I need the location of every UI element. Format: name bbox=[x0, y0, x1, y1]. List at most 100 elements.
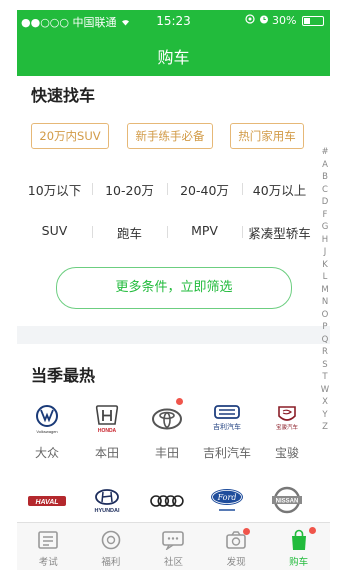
community-icon bbox=[142, 527, 205, 553]
price-range-option[interactable]: 10-20万 bbox=[92, 180, 167, 199]
baojun-logo: 宝骏汽车 bbox=[257, 404, 317, 434]
alphabet-index-letter[interactable]: T bbox=[320, 371, 330, 384]
discover-icon bbox=[205, 527, 268, 553]
more-filters-button[interactable]: 更多条件，立即筛选 bbox=[56, 267, 292, 309]
alphabet-index-letter[interactable]: F bbox=[320, 209, 330, 222]
alphabet-index-letter[interactable]: M bbox=[320, 284, 330, 297]
hot-season-title: 当季最热 bbox=[31, 366, 96, 385]
section-divider bbox=[17, 326, 330, 344]
alphabet-index[interactable]: # A B C D F G H J K L M N O P Q R S T W X Y Z bbox=[320, 146, 330, 434]
alphabet-index-letter[interactable]: P bbox=[320, 321, 330, 334]
content-scroll[interactable]: 快速找车 20万内SUV 新手练手必备 热门家用车 10万以下 10-20万 2… bbox=[17, 76, 330, 522]
tag-beginner-cars[interactable]: 新手练手必备 bbox=[127, 123, 213, 149]
alphabet-index-letter[interactable]: D bbox=[320, 196, 330, 209]
brand-geely[interactable]: 吉利汽车 吉利汽车 bbox=[197, 404, 257, 461]
battery-icon bbox=[302, 16, 324, 26]
alphabet-index-letter[interactable]: # bbox=[320, 146, 330, 159]
brand-row-2: HAVAL HYUNDAI Ford NISSAN bbox=[17, 486, 317, 516]
brand-baojun[interactable]: 宝骏汽车 宝骏 bbox=[257, 404, 317, 461]
price-range-option[interactable]: 10万以下 bbox=[17, 180, 92, 199]
haval-logo-text: HAVAL bbox=[35, 499, 58, 506]
brand-honda[interactable]: HONDA 本田 bbox=[77, 404, 137, 461]
volkswagen-logo: Volkswagen bbox=[17, 404, 77, 434]
alarm-icon bbox=[259, 14, 273, 27]
nav-bar: 购车 bbox=[17, 32, 330, 76]
notification-dot bbox=[176, 398, 183, 405]
baojun-logo-text: 宝骏汽车 bbox=[276, 423, 299, 431]
brand-row-1: Volkswagen 大众 HONDA 本田 丰田 吉利汽车 吉利汽车 宝骏汽车… bbox=[17, 398, 317, 461]
alphabet-index-letter[interactable]: H bbox=[320, 234, 330, 247]
alphabet-index-letter[interactable]: B bbox=[320, 171, 330, 184]
brand-ford[interactable]: Ford bbox=[197, 486, 257, 516]
alphabet-index-letter[interactable]: W bbox=[320, 384, 330, 397]
battery-percent: 30% bbox=[272, 14, 297, 27]
quick-find-title: 快速找车 bbox=[31, 86, 96, 105]
hyundai-logo-text: HYUNDAI bbox=[94, 508, 120, 514]
notification-dot bbox=[242, 528, 250, 535]
car-type-option[interactable]: MPV bbox=[167, 223, 242, 242]
brand-name: 宝骏 bbox=[274, 446, 299, 460]
volkswagen-logo-text: Volkswagen bbox=[36, 429, 57, 434]
brand-volkswagen[interactable]: Volkswagen 大众 bbox=[17, 404, 77, 461]
brand-nissan[interactable]: NISSAN bbox=[257, 486, 317, 516]
geely-logo: 吉利汽车 bbox=[197, 404, 257, 434]
alphabet-index-letter[interactable]: L bbox=[320, 271, 330, 284]
tab-welfare[interactable]: 福利 bbox=[80, 523, 143, 570]
alphabet-index-letter[interactable]: J bbox=[320, 246, 330, 259]
alphabet-index-letter[interactable]: S bbox=[320, 359, 330, 372]
tab-label: 社区 bbox=[163, 557, 183, 568]
alphabet-index-letter[interactable]: A bbox=[320, 159, 330, 172]
geely-logo-text: 吉利汽车 bbox=[213, 422, 241, 431]
haval-logo: HAVAL bbox=[17, 486, 77, 516]
brand-audi[interactable] bbox=[137, 486, 197, 516]
car-type-option[interactable]: 跑车 bbox=[92, 223, 167, 242]
price-range-row: 10万以下 10-20万 20-40万 40万以上 bbox=[17, 180, 317, 199]
toyota-logo bbox=[137, 404, 197, 434]
tab-community[interactable]: 社区 bbox=[142, 523, 205, 570]
car-type-option[interactable]: SUV bbox=[17, 223, 92, 242]
brand-name: 丰田 bbox=[154, 446, 179, 460]
brand-toyota[interactable]: 丰田 bbox=[137, 398, 197, 461]
location-icon bbox=[245, 14, 259, 27]
exam-icon bbox=[17, 527, 80, 553]
ford-logo: Ford bbox=[197, 486, 257, 516]
nissan-logo: NISSAN bbox=[257, 486, 317, 516]
tab-exam[interactable]: 考试 bbox=[17, 523, 80, 570]
tab-discover[interactable]: 发现 bbox=[205, 523, 268, 570]
brand-haval[interactable]: HAVAL bbox=[17, 486, 77, 516]
brand-name: 吉利汽车 bbox=[202, 446, 251, 460]
honda-logo-text: HONDA bbox=[98, 428, 117, 434]
alphabet-index-letter[interactable]: Y bbox=[320, 409, 330, 422]
tab-buy-car[interactable]: 购车 bbox=[267, 523, 330, 570]
alphabet-index-letter[interactable]: O bbox=[320, 309, 330, 322]
tab-label: 考试 bbox=[38, 557, 58, 568]
price-range-option[interactable]: 20-40万 bbox=[167, 180, 242, 199]
alphabet-index-letter[interactable]: X bbox=[320, 396, 330, 409]
status-bar: ●●○○○ 中国联通 15:23 30% bbox=[17, 10, 330, 32]
audi-logo bbox=[137, 486, 197, 516]
welfare-icon bbox=[80, 527, 143, 553]
alphabet-index-letter[interactable]: K bbox=[320, 259, 330, 272]
tab-label: 发现 bbox=[226, 557, 246, 568]
buy-car-icon bbox=[267, 527, 330, 553]
alphabet-index-letter[interactable]: G bbox=[320, 221, 330, 234]
alphabet-index-letter[interactable]: N bbox=[320, 296, 330, 309]
tab-bar: 考试 福利 社区 发现 购车 bbox=[17, 522, 330, 570]
price-range-option[interactable]: 40万以上 bbox=[242, 180, 317, 199]
tab-label: 购车 bbox=[289, 557, 309, 568]
page-title: 购车 bbox=[157, 48, 190, 67]
battery-level bbox=[304, 18, 310, 24]
tag-family-cars[interactable]: 热门家用车 bbox=[230, 123, 304, 149]
alphabet-index-letter[interactable]: R bbox=[320, 346, 330, 359]
brand-hyundai[interactable]: HYUNDAI bbox=[77, 486, 137, 516]
car-type-row: SUV 跑车 MPV 紧凑型轿车 bbox=[17, 223, 317, 242]
ford-logo-text: Ford bbox=[217, 493, 237, 502]
car-type-option[interactable]: 紧凑型轿车 bbox=[242, 223, 317, 242]
hyundai-logo: HYUNDAI bbox=[77, 486, 137, 516]
brand-name: 本田 bbox=[94, 446, 119, 460]
tag-suv-under-200k[interactable]: 20万内SUV bbox=[31, 123, 109, 149]
alphabet-index-letter[interactable]: C bbox=[320, 184, 330, 197]
alphabet-index-letter[interactable]: Q bbox=[320, 334, 330, 347]
brand-name: 大众 bbox=[34, 446, 59, 460]
alphabet-index-letter[interactable]: Z bbox=[320, 421, 330, 434]
